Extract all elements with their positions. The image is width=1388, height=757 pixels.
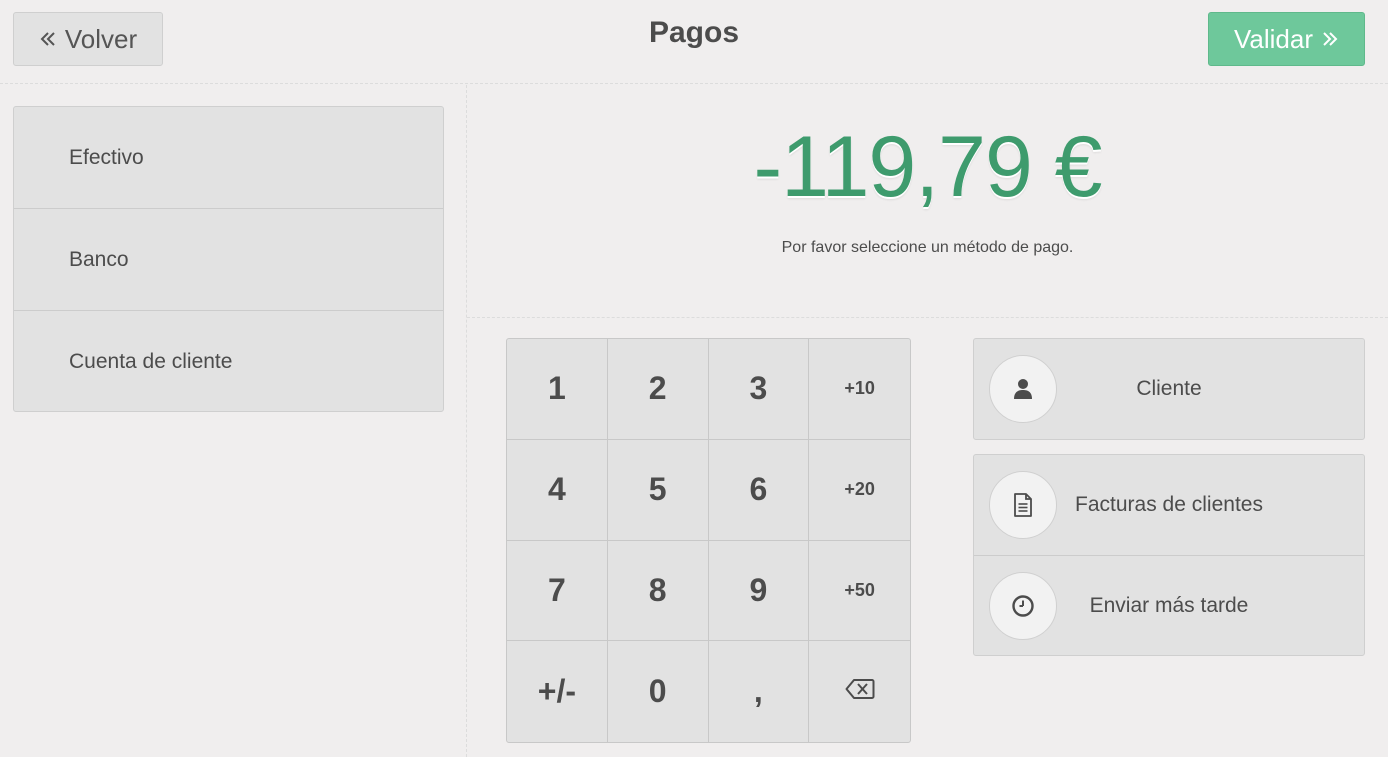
payment-method-customer-account[interactable]: Cuenta de cliente xyxy=(14,311,443,413)
payment-method-list: Efectivo Banco Cuenta de cliente xyxy=(13,106,444,412)
numpad-key-backspace[interactable] xyxy=(809,641,910,742)
double-chevron-right-icon xyxy=(1321,24,1339,55)
numpad-key-sign[interactable]: +/- xyxy=(507,641,608,742)
payment-method-label: Cuenta de cliente xyxy=(69,350,233,373)
numpad-key-5[interactable]: 5 xyxy=(607,439,709,541)
numpad-key-plus10[interactable]: +10 xyxy=(809,339,910,440)
payment-hint: Por favor seleccione un método de pago. xyxy=(781,239,1074,256)
payment-method-label: Banco xyxy=(69,247,129,271)
payment-method-bank[interactable]: Banco xyxy=(14,209,443,311)
file-text-icon xyxy=(989,471,1057,539)
numpad-key-8[interactable]: 8 xyxy=(607,540,709,642)
customer-panel: Cliente xyxy=(973,338,1365,440)
numpad-key-9[interactable]: 9 xyxy=(708,540,810,642)
numpad-key-6[interactable]: 6 xyxy=(708,439,810,541)
validate-button[interactable]: Validar xyxy=(1208,12,1365,66)
validate-button-label: Validar xyxy=(1233,23,1313,54)
amount-due: -119,79 € xyxy=(753,119,1102,215)
payment-method-cash[interactable]: Efectivo xyxy=(14,107,443,209)
payment-method-label: Efectivo xyxy=(69,145,144,169)
customer-button[interactable]: Cliente xyxy=(974,339,1364,439)
clock-icon xyxy=(989,572,1057,640)
numpad-key-0[interactable]: 0 xyxy=(608,641,709,742)
page-title: Pagos xyxy=(648,16,740,49)
section-divider xyxy=(467,317,1388,318)
numpad-key-3[interactable]: 3 xyxy=(708,339,810,440)
numpad-key-plus20[interactable]: +20 xyxy=(809,440,910,541)
invoice-options-panel: Facturas de clientes Enviar más tarde xyxy=(973,454,1365,656)
numpad-key-4[interactable]: 4 xyxy=(507,439,608,541)
invoice-button[interactable]: Facturas de clientes xyxy=(974,455,1364,555)
numpad-key-7[interactable]: 7 xyxy=(507,540,608,642)
numpad-key-2[interactable]: 2 xyxy=(607,339,709,440)
top-bar: Volver Pagos Validar xyxy=(0,0,1388,84)
numpad-key-1[interactable]: 1 xyxy=(507,339,608,440)
numpad: 1 2 3 +10 4 5 6 +20 7 8 9 +50 +/- 0 , xyxy=(506,338,911,743)
backspace-icon xyxy=(845,678,875,705)
send-later-button[interactable]: Enviar más tarde xyxy=(974,555,1364,655)
numpad-key-comma[interactable]: , xyxy=(709,641,810,742)
user-icon xyxy=(989,355,1057,423)
numpad-key-plus50[interactable]: +50 xyxy=(809,541,910,642)
